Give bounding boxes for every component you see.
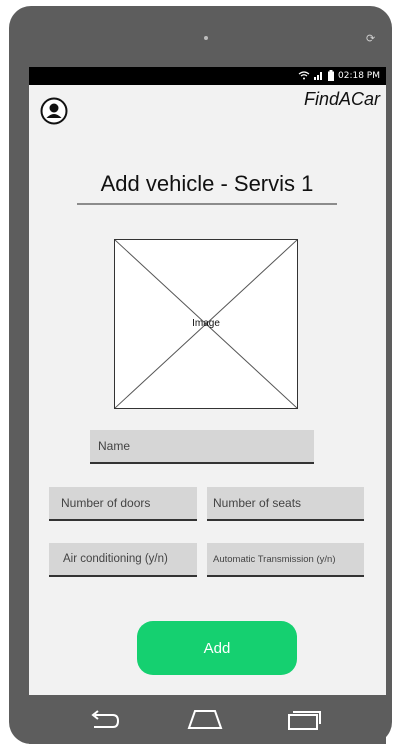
wifi-icon [298, 71, 310, 80]
add-button-label: Add [203, 639, 231, 657]
transmission-placeholder: Automatic Transmission (y/n) [213, 553, 336, 565]
name-field[interactable]: Name [90, 430, 314, 464]
status-bar: 02:18 PM [29, 67, 386, 85]
battery-icon [328, 70, 334, 81]
vehicle-image-placeholder[interactable]: Image [114, 239, 298, 409]
back-icon[interactable] [89, 710, 121, 730]
app-screen: FindACar Add vehicle - Servis 1 Image Na… [29, 85, 386, 695]
app-title: FindACar [303, 89, 380, 109]
android-nav-bar [29, 695, 386, 744]
recents-icon[interactable] [287, 708, 321, 730]
ac-placeholder: Air conditioning (y/n) [63, 553, 168, 565]
number-of-seats-field[interactable]: Number of seats [207, 487, 364, 521]
user-avatar-icon[interactable] [40, 97, 68, 125]
number-of-doors-field[interactable]: Number of doors [49, 487, 197, 521]
add-button[interactable]: Add [137, 621, 297, 675]
air-conditioning-field[interactable]: Air conditioning (y/n) [49, 543, 197, 577]
status-time: 02:18 PM [338, 70, 380, 81]
image-label: Image [192, 318, 220, 329]
front-camera [204, 36, 208, 40]
signal-icon [314, 72, 322, 80]
page-title: Add vehicle - Servis 1 [100, 171, 314, 196]
doors-placeholder: Number of doors [61, 496, 151, 510]
automatic-transmission-field[interactable]: Automatic Transmission (y/n) [207, 543, 364, 577]
home-icon[interactable] [187, 708, 223, 730]
seats-placeholder: Number of seats [213, 496, 302, 510]
title-underline [77, 203, 337, 205]
name-placeholder: Name [98, 439, 131, 453]
rotate-icon: ⟳ [366, 32, 376, 45]
